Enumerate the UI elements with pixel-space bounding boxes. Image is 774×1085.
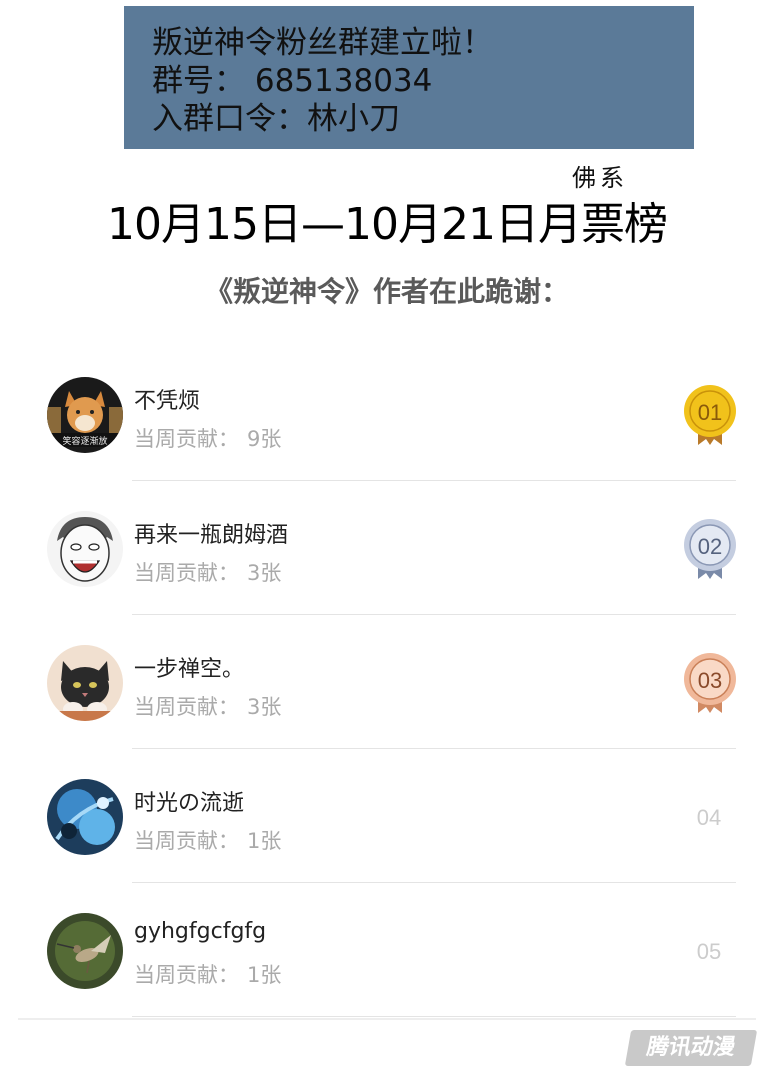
user-name[interactable]: 时光の流逝 <box>134 785 244 817</box>
weekly-contribution: 当周贡献： 3张 <box>134 557 281 587</box>
qq-group-banner: 叛逆神令粉丝群建立啦！ 群号： 685138034 入群口令：林小刀 <box>124 6 694 149</box>
user-name[interactable]: gyhgfgcfgfg <box>134 919 266 944</box>
contribution-count: 9张 <box>247 427 282 451</box>
list-item[interactable]: 再来一瓶朗姆酒 当周贡献： 3张 02 <box>0 481 774 615</box>
avatar-hummingbird[interactable] <box>47 913 123 989</box>
user-name[interactable]: 再来一瓶朗姆酒 <box>134 517 288 549</box>
avatar-overlay-text: 笑容逐渐放 <box>62 435 107 447</box>
contribution-count: 1张 <box>247 829 282 853</box>
list-item[interactable]: 一步禅空。 当周贡献： 3张 03 <box>0 615 774 749</box>
weekly-contribution: 当周贡献： 1张 <box>134 959 281 989</box>
contribution-count: 1张 <box>247 963 282 987</box>
contribution-label: 当周贡献： <box>134 829 239 853</box>
list-item[interactable]: 时光の流逝 当周贡献： 1张 04 <box>0 749 774 883</box>
avatar-cat[interactable] <box>47 645 123 721</box>
thanks-heading: 《叛逆神令》作者在此跪谢： <box>204 275 569 308</box>
contribution-label: 当周贡献： <box>134 695 239 719</box>
avatar-cartoon-face[interactable] <box>47 511 123 587</box>
weekly-contribution: 当周贡献： 9张 <box>134 423 281 453</box>
weekly-contribution: 当周贡献： 1张 <box>134 825 281 855</box>
list-item[interactable]: 笑容逐渐放 不凭烦 当周贡献： 9张 01 <box>0 347 774 481</box>
bronze-medal-icon: 03 <box>680 651 740 715</box>
ranking-list: 笑容逐渐放 不凭烦 当周贡献： 9张 01 再来一瓶朗姆酒 当周贡献： 3张 0… <box>0 347 774 1017</box>
row-divider <box>132 1016 736 1017</box>
contribution-label: 当周贡献： <box>134 427 239 451</box>
avatar-blue-art[interactable] <box>47 779 123 855</box>
avatar-shiba[interactable]: 笑容逐渐放 <box>47 377 123 453</box>
user-name[interactable]: 一步禅空。 <box>134 651 244 683</box>
list-item[interactable]: gyhgfgcfgfg 当周贡献： 1张 05 <box>0 883 774 1017</box>
rank-number: 03 <box>698 668 722 693</box>
rank-number: 02 <box>698 534 722 559</box>
page-title: 10月15日—10月21日月票榜 <box>107 199 668 250</box>
rank-number: 05 <box>696 939 722 964</box>
gold-medal-icon: 01 <box>680 383 740 447</box>
user-name[interactable]: 不凭烦 <box>134 383 200 415</box>
banner-line-passcode: 入群口令：林小刀 <box>152 101 400 137</box>
weekly-contribution: 当周贡献： 3张 <box>134 691 281 721</box>
contribution-label: 当周贡献： <box>134 561 239 585</box>
contribution-count: 3张 <box>247 561 282 585</box>
tencent-comic-watermark: 腾讯动漫 <box>624 1030 758 1066</box>
rank-number: 04 <box>696 805 722 830</box>
contribution-label: 当周贡献： <box>134 963 239 987</box>
bottom-divider <box>18 1018 756 1020</box>
contribution-count: 3张 <box>247 695 282 719</box>
rank-number: 01 <box>698 400 722 425</box>
banner-line-announcement: 叛逆神令粉丝群建立啦！ <box>152 25 493 61</box>
banner-line-group-number: 群号： 685138034 <box>152 63 433 99</box>
silver-medal-icon: 02 <box>680 517 740 581</box>
